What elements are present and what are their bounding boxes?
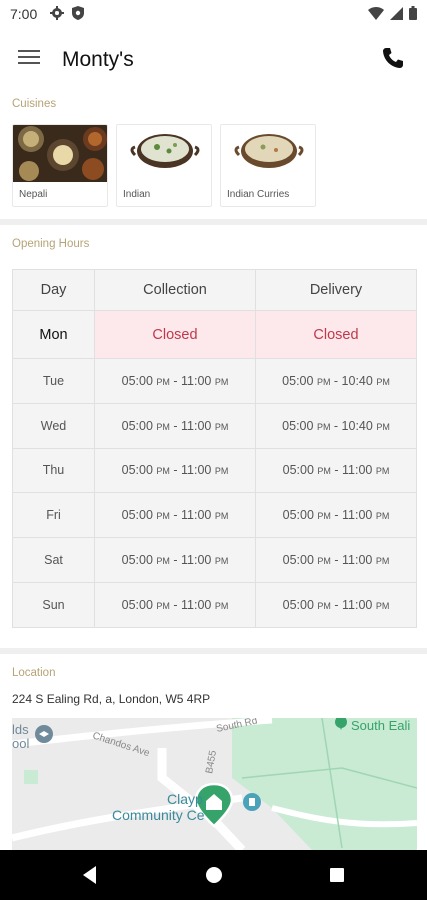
- row-collection-closed: Closed: [94, 310, 256, 359]
- cuisine-card-nepali[interactable]: Nepali: [12, 124, 108, 207]
- row-delivery: 05:00 PM - 11:00 PM: [255, 537, 417, 583]
- status-left-icons: [50, 6, 84, 20]
- location-map[interactable]: Chandos Ave South Rd B455 South Eali Cla…: [12, 718, 417, 850]
- status-bar: 7:00: [0, 0, 427, 28]
- location-label: Location: [12, 667, 56, 679]
- nepali-food-image: [13, 125, 107, 182]
- table-row: Tue 05:00 PM - 11:00 PM 05:00 PM - 10:40…: [12, 358, 417, 404]
- school-pin-icon: [35, 725, 53, 743]
- row-day: Sun: [12, 581, 95, 628]
- recents-square-icon[interactable]: [325, 863, 349, 887]
- map-place-community: Community Ce: [112, 807, 205, 823]
- map-canvas: Chandos Ave South Rd B455 South Eali Cla…: [12, 718, 417, 850]
- table-row: Sun 05:00 PM - 11:00 PM 05:00 PM - 11:00…: [12, 581, 417, 628]
- row-collection: 05:00 PM - 11:00 PM: [94, 358, 256, 404]
- row-day: Wed: [12, 402, 95, 449]
- row-day: Tue: [12, 358, 95, 404]
- row-delivery: 05:00 PM - 11:00 PM: [255, 447, 417, 494]
- row-collection: 05:00 PM - 11:00 PM: [94, 402, 256, 449]
- settings-gear-icon: [50, 6, 64, 20]
- system-nav-bar: [0, 850, 427, 900]
- table-row: Sat 05:00 PM - 11:00 PM 05:00 PM - 11:00…: [12, 537, 417, 583]
- row-delivery: 05:00 PM - 11:00 PM: [255, 581, 417, 628]
- table-row: Thu 05:00 PM - 11:00 PM 05:00 PM - 11:00…: [12, 447, 417, 494]
- row-delivery: 05:00 PM - 10:40 PM: [255, 358, 417, 404]
- header-collection: Collection: [94, 269, 256, 311]
- status-time: 7:00: [10, 6, 38, 22]
- row-day: Mon: [12, 310, 95, 359]
- section-divider: [0, 219, 427, 225]
- cuisines-label: Cuisines: [12, 98, 57, 110]
- cell-signal-icon: [390, 6, 403, 20]
- opening-hours-label: Opening Hours: [12, 238, 90, 250]
- row-day: Thu: [12, 447, 95, 494]
- page-title: Monty's: [62, 48, 134, 71]
- battery-icon: [409, 6, 417, 20]
- table-row: Mon Closed Closed: [12, 310, 417, 359]
- row-collection: 05:00 PM - 11:00 PM: [94, 492, 256, 539]
- header-delivery: Delivery: [255, 269, 417, 311]
- opening-hours-table: Day Collection Delivery Mon Closed Close…: [12, 269, 417, 628]
- row-delivery: 05:00 PM - 11:00 PM: [255, 492, 417, 539]
- table-row: Wed 05:00 PM - 11:00 PM 05:00 PM - 10:40…: [12, 402, 417, 449]
- map-partial-left-bottom: ool: [12, 736, 29, 751]
- home-circle-icon[interactable]: [202, 863, 226, 887]
- header-day: Day: [12, 269, 95, 311]
- cuisine-name: Nepali: [19, 189, 48, 200]
- table-header-row: Day Collection Delivery: [12, 269, 417, 311]
- curry-bowl-image: [221, 125, 315, 182]
- community-centre-pin-icon: [243, 793, 261, 811]
- row-day: Sat: [12, 537, 95, 583]
- app-bar: Monty's: [0, 28, 427, 90]
- map-place-south-ealing: South Eali: [351, 718, 410, 733]
- phone-icon[interactable]: [381, 46, 405, 70]
- cuisine-card-indian[interactable]: Indian: [116, 124, 212, 207]
- back-triangle-icon[interactable]: [78, 863, 102, 887]
- row-collection: 05:00 PM - 11:00 PM: [94, 537, 256, 583]
- shield-icon: [72, 6, 84, 20]
- map-place-clayponds: Clayp: [167, 791, 203, 807]
- map-partial-left-top: lds: [12, 722, 29, 737]
- row-delivery-closed: Closed: [255, 310, 417, 359]
- cuisine-list: Nepali Indian Indian Curries: [12, 124, 316, 207]
- row-delivery: 05:00 PM - 10:40 PM: [255, 402, 417, 449]
- row-day: Fri: [12, 492, 95, 539]
- wifi-icon: [368, 6, 384, 20]
- menu-icon[interactable]: [18, 46, 44, 72]
- status-right-icons: [368, 6, 417, 20]
- cuisine-name: Indian Curries: [227, 189, 290, 200]
- row-collection: 05:00 PM - 11:00 PM: [94, 447, 256, 494]
- row-collection: 05:00 PM - 11:00 PM: [94, 581, 256, 628]
- cuisine-card-indian-curries[interactable]: Indian Curries: [220, 124, 316, 207]
- section-divider: [0, 648, 427, 654]
- location-address: 224 S Ealing Rd, a, London, W5 4RP: [12, 692, 211, 706]
- table-row: Fri 05:00 PM - 11:00 PM 05:00 PM - 11:00…: [12, 492, 417, 539]
- cuisine-name: Indian: [123, 189, 151, 200]
- indian-curry-bowl-image: [117, 125, 211, 182]
